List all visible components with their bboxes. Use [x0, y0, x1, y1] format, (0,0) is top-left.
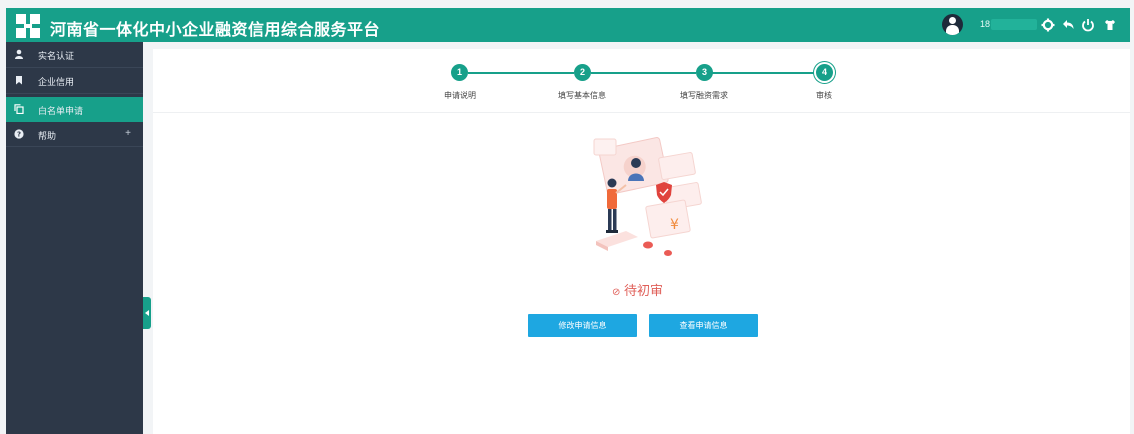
step-1-circle: 1: [451, 64, 468, 81]
user-icon: [15, 49, 23, 59]
gear-icon[interactable]: [1040, 16, 1056, 34]
edit-application-button[interactable]: 修改申请信息: [528, 314, 637, 337]
bookmark-icon: [16, 76, 22, 85]
yen-symbol: ¥: [670, 217, 679, 233]
step-2-circle: 2: [574, 64, 591, 81]
expand-plus-icon[interactable]: +: [125, 128, 131, 139]
sidebar: 实名认证 企业信用 白名单申请 ? 帮助 +: [6, 42, 143, 434]
sidebar-item-label: 企业信用: [38, 77, 75, 87]
help-icon: ?: [14, 129, 24, 139]
masked-username: [991, 19, 1037, 30]
sidebar-item-label: 实名认证: [38, 51, 75, 61]
sidebar-item-label: 帮助: [38, 131, 57, 141]
step-3-label: 填写融资需求: [680, 91, 728, 100]
user-avatar-icon[interactable]: [942, 14, 963, 35]
top-bar: 河南省一体化中小企业融资信用综合服务平台 18: [6, 8, 1130, 42]
step-4-label: 审核: [816, 91, 832, 100]
sidebar-item-real-name[interactable]: 实名认证: [6, 42, 143, 67]
platform-title: 河南省一体化中小企业融资信用综合服务平台: [50, 22, 381, 39]
view-application-button[interactable]: 查看申请信息: [649, 314, 758, 337]
platform-logo: [16, 14, 40, 38]
sidebar-item-credit[interactable]: 企业信用: [6, 68, 143, 93]
copy-icon: [14, 104, 24, 114]
status-text: 待初审: [624, 283, 664, 298]
user-name[interactable]: 18: [980, 19, 990, 29]
sidebar-item-help[interactable]: ? 帮助 +: [6, 122, 143, 147]
shirt-icon[interactable]: [1102, 16, 1118, 34]
sidebar-divider: [6, 93, 143, 94]
step-3-circle: 3: [696, 64, 713, 81]
step-4-circle: 4: [816, 64, 833, 81]
step-connector: [712, 72, 816, 74]
steps-divider: [153, 112, 1130, 113]
step-connector: [468, 72, 574, 74]
review-status: ⊘ 待初审: [612, 280, 722, 299]
sidebar-collapse-button[interactable]: [143, 297, 151, 329]
step-2-label: 填写基本信息: [558, 91, 606, 100]
sidebar-divider: [6, 146, 143, 147]
back-icon[interactable]: [1060, 16, 1076, 34]
clock-icon: ⊘: [612, 287, 621, 298]
sidebar-item-whitelist[interactable]: 白名单申请: [6, 97, 143, 122]
step-1-label: 申请说明: [444, 91, 476, 100]
sidebar-item-label: 白名单申请: [38, 106, 84, 116]
step-connector: [591, 72, 696, 74]
power-icon[interactable]: [1080, 16, 1096, 34]
review-illustration: ¥: [593, 137, 702, 256]
svg-text:?: ?: [17, 131, 21, 139]
